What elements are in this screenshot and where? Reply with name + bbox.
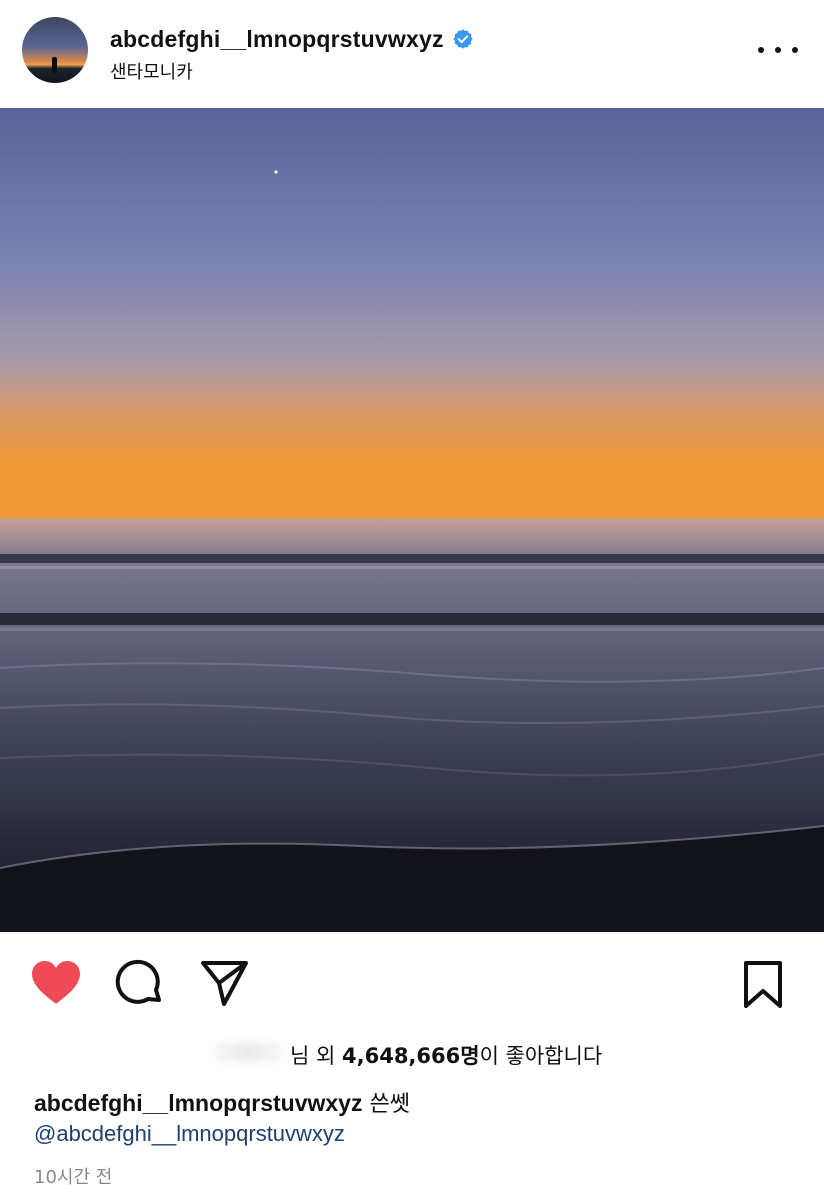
caption: abcdefghi__lmnopqrstuvwxyz 쓴쎗: [34, 1086, 410, 1118]
share-button[interactable]: [200, 960, 250, 1008]
likes-prefix: 님 외: [290, 1044, 342, 1068]
avatar-figure: [52, 57, 57, 73]
location-link[interactable]: 샌타모니카: [110, 58, 193, 84]
caption-mention-link[interactable]: @abcdefghi__lmnopqrstuvwxyz: [34, 1121, 345, 1147]
action-bar: [0, 932, 824, 1032]
avatar[interactable]: [22, 17, 88, 83]
comment-icon: [115, 959, 161, 1004]
sunset-beach-photo: [0, 108, 824, 932]
comment-button[interactable]: [115, 959, 165, 1009]
likes-suffix: 이 좋아합니다: [479, 1044, 603, 1068]
instagram-post: abcdefghi__lmnopqrstuvwxyz 샌타모니카 님 외 4,6…: [0, 0, 824, 1200]
caption-text: 쓴쎗: [362, 1092, 410, 1117]
bookmark-icon: [744, 961, 782, 1008]
caption-username[interactable]: abcdefghi__lmnopqrstuvwxyz: [34, 1090, 362, 1116]
more-options-button[interactable]: [758, 40, 798, 60]
likes-count: 4,648,666명: [342, 1044, 480, 1068]
post-header: abcdefghi__lmnopqrstuvwxyz 샌타모니카: [0, 0, 824, 108]
blurred-liker-name: [210, 1042, 286, 1062]
post-photo[interactable]: [0, 108, 824, 932]
likes-count-text: 님 외 4,648,666명이 좋아합니다: [290, 1040, 602, 1070]
dot-icon: [758, 47, 764, 53]
post-timestamp: 10시간 전: [34, 1167, 113, 1188]
likes-row[interactable]: 님 외 4,648,666명이 좋아합니다: [0, 1036, 824, 1070]
like-button[interactable]: [30, 960, 82, 1006]
dot-icon: [792, 47, 798, 53]
username-row: abcdefghi__lmnopqrstuvwxyz: [110, 24, 474, 54]
verified-badge-icon: [452, 28, 474, 50]
send-icon: [201, 961, 248, 1006]
dot-icon: [775, 47, 781, 53]
username-link[interactable]: abcdefghi__lmnopqrstuvwxyz: [110, 26, 444, 53]
heart-icon: [32, 961, 80, 1004]
save-button[interactable]: [740, 960, 786, 1010]
